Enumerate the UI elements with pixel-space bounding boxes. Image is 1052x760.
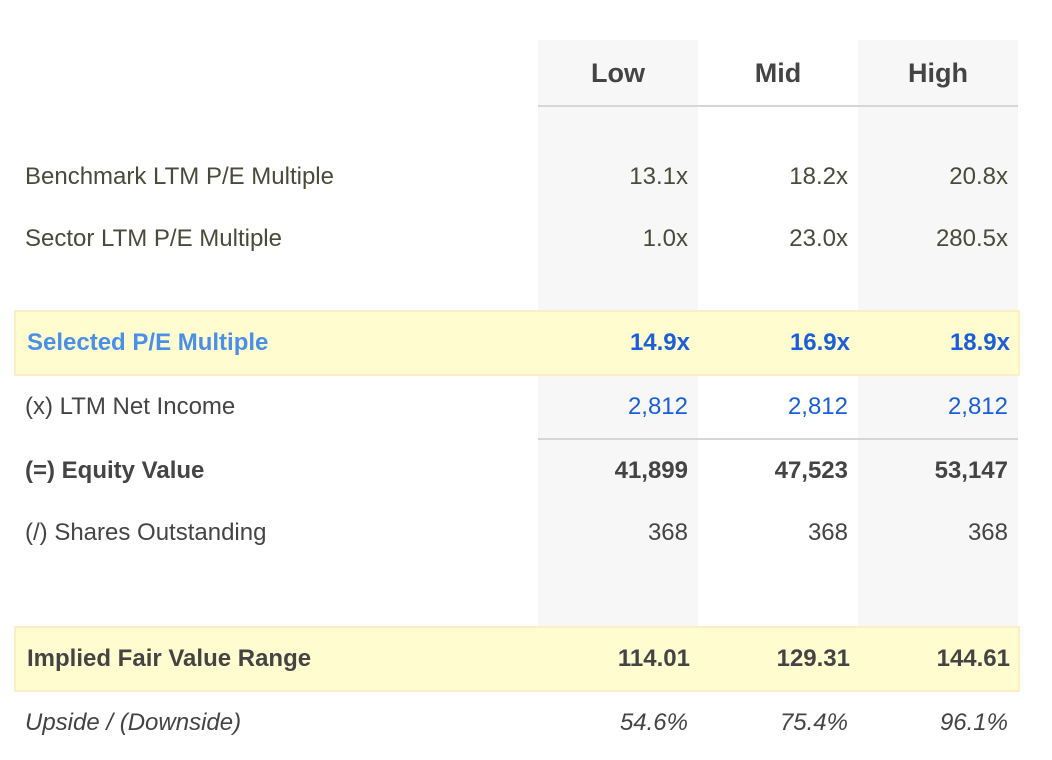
value-high: 96.1% (939, 709, 1008, 736)
value-mid: 18.2x (789, 163, 848, 190)
value-high: 18.9x (949, 329, 1010, 356)
table-row-sector-pe: Sector LTM P/E Multiple 1.0x 23.0x 280.5… (14, 208, 1020, 270)
value-high: 20.8x (949, 163, 1008, 190)
table-row-net-income: (x) LTM Net Income 2,812 2,812 2,812 (14, 376, 1020, 438)
value-low: 1.0x (642, 225, 688, 252)
value-low: 41,899 (614, 457, 688, 484)
value-low: 54.6% (619, 709, 688, 736)
value-low: 2,812 (627, 393, 688, 420)
column-header-high: High (908, 57, 968, 88)
column-header-mid: Mid (754, 57, 802, 88)
value-mid: 75.4% (779, 709, 848, 736)
row-label: Benchmark LTM P/E Multiple (25, 163, 334, 190)
value-mid: 23.0x (789, 225, 848, 252)
value-low: 368 (647, 519, 688, 546)
value-mid: 129.31 (776, 645, 850, 672)
header-divider (538, 105, 1018, 107)
value-high: 2,812 (947, 393, 1008, 420)
value-high: 368 (967, 519, 1008, 546)
table-row-implied-fair-value: Implied Fair Value Range 114.01 129.31 1… (14, 626, 1020, 692)
table-row-benchmark-pe: Benchmark LTM P/E Multiple 13.1x 18.2x 2… (14, 146, 1020, 208)
value-mid: 2,812 (787, 393, 848, 420)
value-mid: 368 (807, 519, 848, 546)
table-row-equity-value: (=) Equity Value 41,899 47,523 53,147 (14, 440, 1020, 502)
row-label: (x) LTM Net Income (25, 393, 236, 420)
row-label: (/) Shares Outstanding (25, 519, 267, 546)
row-label: (=) Equity Value (25, 457, 205, 484)
row-label: Upside / (Downside) (25, 709, 242, 736)
table-row-upside-downside: Upside / (Downside) 54.6% 75.4% 96.1% (14, 692, 1020, 754)
row-label: Sector LTM P/E Multiple (25, 225, 282, 252)
value-high: 144.61 (936, 645, 1010, 672)
value-low: 13.1x (629, 163, 688, 190)
value-low: 14.9x (629, 329, 690, 356)
value-mid: 16.9x (789, 329, 850, 356)
row-label: Implied Fair Value Range (27, 645, 312, 672)
value-mid: 47,523 (774, 457, 848, 484)
table-row-selected-pe: Selected P/E Multiple 14.9x 16.9x 18.9x (14, 310, 1020, 376)
value-high: 53,147 (934, 457, 1008, 484)
table-row-shares-outstanding: (/) Shares Outstanding 368 368 368 (14, 502, 1020, 564)
row-label: Selected P/E Multiple (27, 329, 269, 356)
value-low: 114.01 (617, 645, 690, 672)
value-high: 280.5x (935, 225, 1008, 252)
column-header-low: Low (591, 57, 645, 88)
